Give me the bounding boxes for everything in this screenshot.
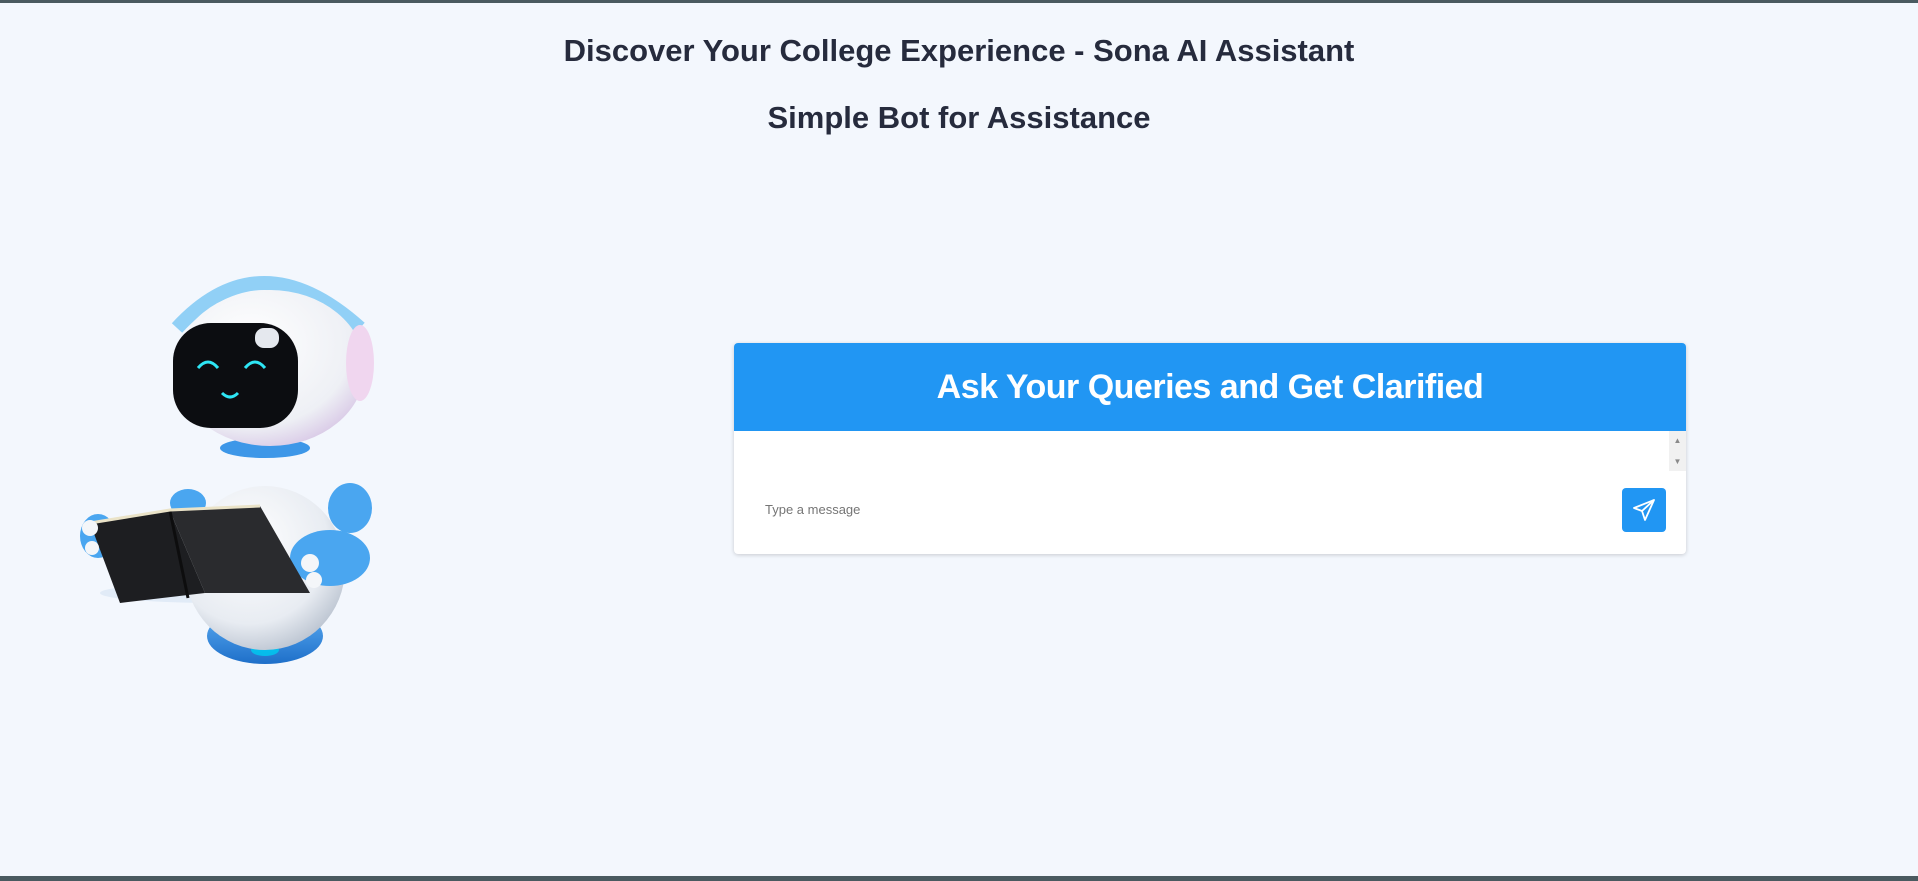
scroll-up-icon[interactable]: ▲ bbox=[1669, 432, 1686, 449]
chat-title: Ask Your Queries and Get Clarified bbox=[734, 343, 1686, 431]
message-scrollbar[interactable]: ▲ ▼ bbox=[1669, 431, 1686, 471]
send-button[interactable] bbox=[1622, 488, 1666, 532]
page-subtitle: Simple Bot for Assistance bbox=[767, 100, 1151, 135]
message-input[interactable] bbox=[762, 491, 1686, 527]
chat-box: Ask Your Queries and Get Clarified ▲ ▼ bbox=[734, 343, 1686, 554]
robot-illustration bbox=[80, 276, 374, 664]
chat-messages[interactable]: ▲ ▼ bbox=[734, 431, 1686, 471]
paper-plane-icon bbox=[1633, 499, 1655, 521]
page-title: Discover Your College Experience - Sona … bbox=[563, 33, 1355, 68]
scroll-down-icon[interactable]: ▼ bbox=[1669, 453, 1686, 470]
chat-input-row bbox=[734, 471, 1686, 554]
